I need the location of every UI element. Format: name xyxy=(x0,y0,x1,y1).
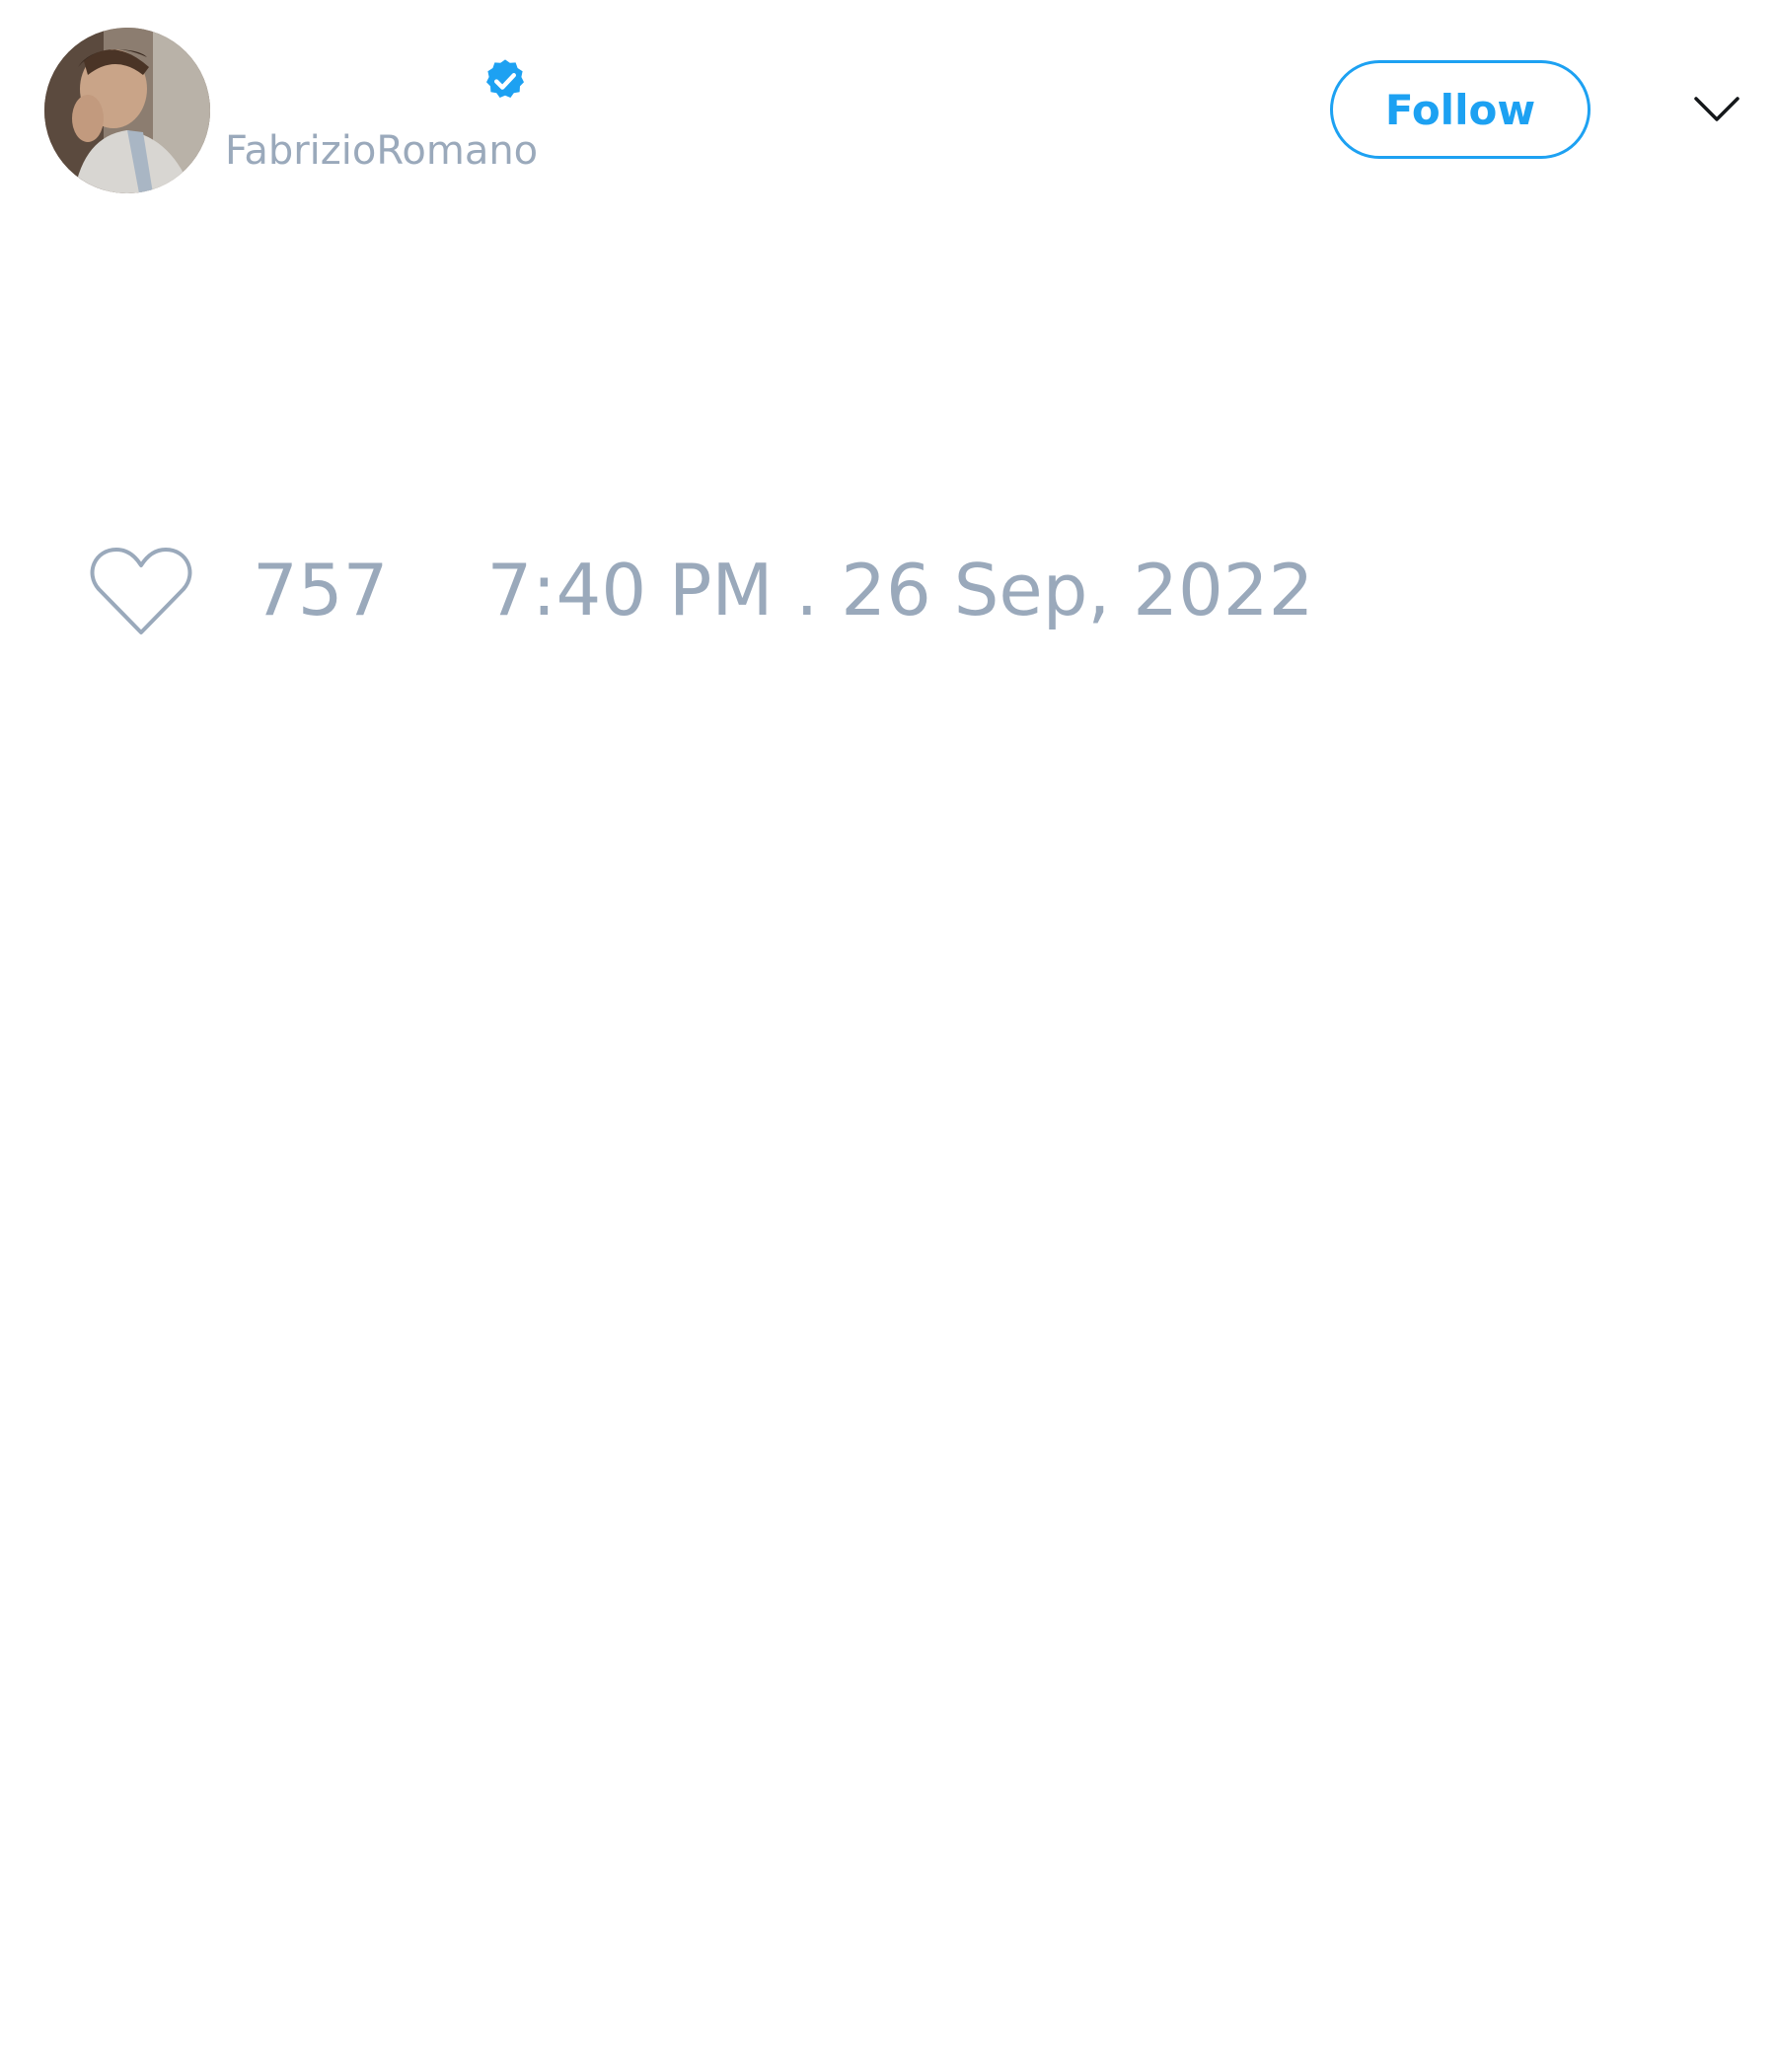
chevron-down-icon[interactable] xyxy=(1693,93,1740,126)
follow-button[interactable]: Follow xyxy=(1330,60,1591,159)
heart-icon[interactable] xyxy=(89,544,193,636)
tweet-timestamp[interactable]: 7:40 PM . 26 Sep, 2022 xyxy=(486,549,1313,631)
avatar[interactable] xyxy=(44,28,210,193)
avatar-photo xyxy=(44,28,210,193)
verified-badge-icon xyxy=(486,59,524,98)
like-count: 757 xyxy=(253,549,389,631)
tweet-footer: 757 7:40 PM . 26 Sep, 2022 xyxy=(89,541,1313,639)
author-handle[interactable]: FabrizioRomano xyxy=(225,126,538,176)
